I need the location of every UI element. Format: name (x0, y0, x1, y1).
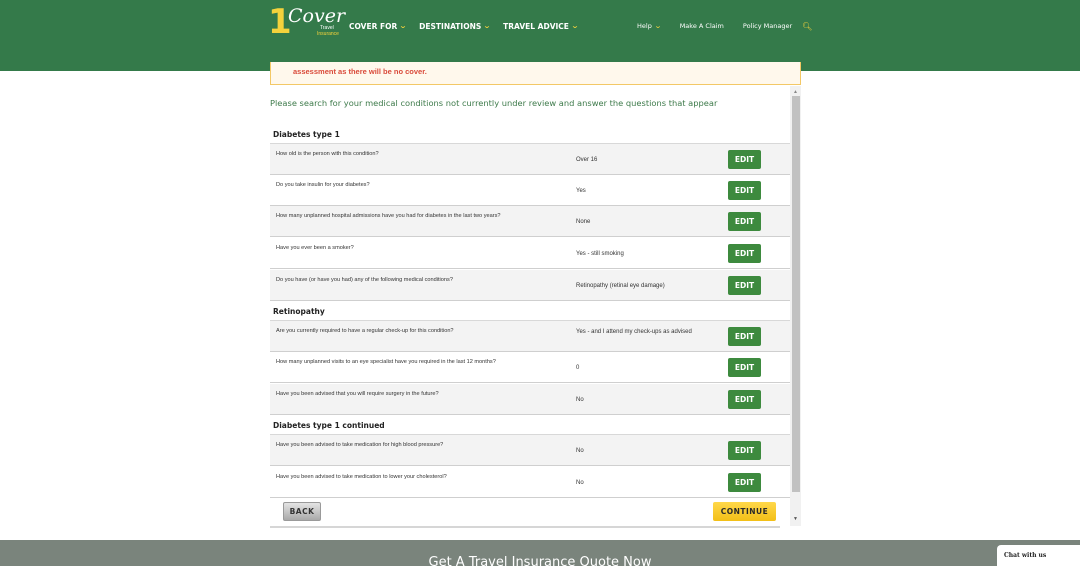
edit-button[interactable]: EDIT (728, 244, 761, 263)
scroll-up-arrow-icon[interactable]: ▲ (790, 88, 801, 96)
question-text: Do you take insulin for your diabetes? (276, 182, 370, 188)
table-row: Have you been advised that you will requ… (270, 384, 790, 415)
chevron-down-icon: ⌄ (570, 22, 579, 30)
chat-widget[interactable]: Chat with us (997, 545, 1080, 566)
edit-button[interactable]: EDIT (728, 327, 761, 346)
answer-text: No (576, 480, 584, 486)
nav-travel-advice[interactable]: TRAVEL ADVICE ⌄ (503, 21, 579, 31)
edit-button[interactable]: EDIT (728, 473, 761, 492)
answer-text: Yes - still smoking (576, 251, 624, 257)
question-text: Have you ever been a smoker? (276, 245, 354, 251)
answer-text: None (576, 219, 591, 225)
quote-banner: Get A Travel Insurance Quote Now (0, 540, 1080, 570)
table-row: Have you been advised to take medication… (270, 467, 790, 498)
back-button[interactable]: BACK (283, 502, 321, 521)
answer-text: No (576, 448, 584, 454)
edit-button[interactable]: EDIT (728, 276, 761, 295)
edit-button[interactable]: EDIT (728, 358, 761, 377)
nav-destinations[interactable]: DESTINATIONS ⌄ (419, 21, 492, 31)
nav-label: COVER FOR (349, 21, 398, 31)
question-text: How many unplanned hospital admissions h… (276, 213, 501, 219)
table-row: How many unplanned hospital admissions h… (270, 206, 790, 237)
nav-label: TRAVEL ADVICE (503, 21, 569, 31)
brand-logo[interactable]: 1 Cover Travel Insurance (268, 3, 345, 41)
answer-text: 0 (576, 365, 580, 371)
edit-button[interactable]: EDIT (728, 181, 761, 200)
site-header: 1 Cover Travel Insurance COVER FOR ⌄ DES… (0, 0, 1080, 71)
answer-text: No (576, 397, 584, 403)
chat-label: Chat with us (1004, 552, 1047, 559)
table-row: Do you take insulin for your diabetes? Y… (270, 175, 790, 206)
table-row: Have you ever been a smoker? Yes - still… (270, 238, 790, 269)
answer-text: Over 16 (576, 157, 598, 163)
scroll-down-arrow-icon[interactable]: ▼ (790, 515, 801, 523)
section-header: Retinopathy (270, 301, 790, 321)
section-title: Retinopathy (273, 307, 325, 316)
chevron-down-icon: ⌄ (653, 22, 662, 30)
table-row: Have you been advised to take medication… (270, 435, 790, 466)
chevron-down-icon: ⌄ (399, 22, 408, 30)
answer-text: Retinopathy (retinal eye damage) (576, 283, 665, 289)
panel-scrollbar[interactable]: ▲ ▼ (790, 86, 801, 526)
question-text: How old is the person with this conditio… (276, 151, 379, 157)
section-title: Diabetes type 1 (273, 130, 340, 139)
nav-label: Help (637, 22, 652, 30)
edit-button[interactable]: EDIT (728, 212, 761, 231)
scrollbar-thumb[interactable] (792, 96, 800, 492)
table-row: How many unplanned visits to an eye spec… (270, 352, 790, 383)
question-text: How many unplanned visits to an eye spec… (276, 359, 496, 365)
nav-cover-for[interactable]: COVER FOR ⌄ (349, 21, 408, 31)
table-row: How old is the person with this conditio… (270, 144, 790, 175)
table-row: Do you have (or have you had) any of the… (270, 270, 790, 301)
edit-button[interactable]: EDIT (728, 390, 761, 409)
chevron-down-icon: ⌄ (483, 22, 492, 30)
warning-box: assessment as there will be no cover. (270, 62, 801, 85)
quote-cta[interactable]: Get A Travel Insurance Quote Now (0, 555, 1080, 570)
logo-word: Cover (288, 5, 346, 27)
nav-help[interactable]: Help ⌄ (637, 22, 662, 30)
secondary-nav: Help ⌄ Make A Claim Policy Manager 🔍︎ (637, 20, 812, 32)
nav-label: Make A Claim (679, 22, 724, 30)
nav-make-a-claim[interactable]: Make A Claim (680, 22, 724, 30)
logo-insurance: Insurance (317, 31, 339, 37)
nav-label: Policy Manager (742, 22, 793, 30)
panel-bottom-divider (270, 526, 780, 528)
section-header: Diabetes type 1 (270, 124, 790, 144)
primary-nav: COVER FOR ⌄ DESTINATIONS ⌄ TRAVEL ADVICE… (349, 20, 579, 32)
question-text: Do you have (or have you had) any of the… (276, 277, 453, 283)
answer-text: Yes (576, 188, 586, 194)
intro-text: Please search for your medical condition… (270, 98, 718, 108)
table-row: Are you currently required to have a reg… (270, 321, 790, 352)
question-text: Have you been advised to take medication… (276, 474, 447, 480)
answer-text: Yes - and I attend my check-ups as advis… (576, 329, 692, 335)
continue-button[interactable]: CONTINUE (713, 502, 776, 521)
section-title: Diabetes type 1 continued (273, 421, 385, 430)
question-text: Have you been advised that you will requ… (276, 391, 439, 397)
nav-policy-manager[interactable]: Policy Manager (743, 22, 792, 30)
section-header: Diabetes type 1 continued (270, 415, 790, 435)
question-text: Have you been advised to take medication… (276, 442, 444, 448)
nav-label: DESTINATIONS (419, 21, 482, 31)
edit-button[interactable]: EDIT (728, 150, 761, 169)
warning-text: assessment as there will be no cover. (293, 67, 427, 76)
edit-button[interactable]: EDIT (728, 441, 761, 460)
search-icon[interactable]: 🔍︎ (802, 22, 812, 31)
question-text: Are you currently required to have a reg… (276, 328, 454, 334)
